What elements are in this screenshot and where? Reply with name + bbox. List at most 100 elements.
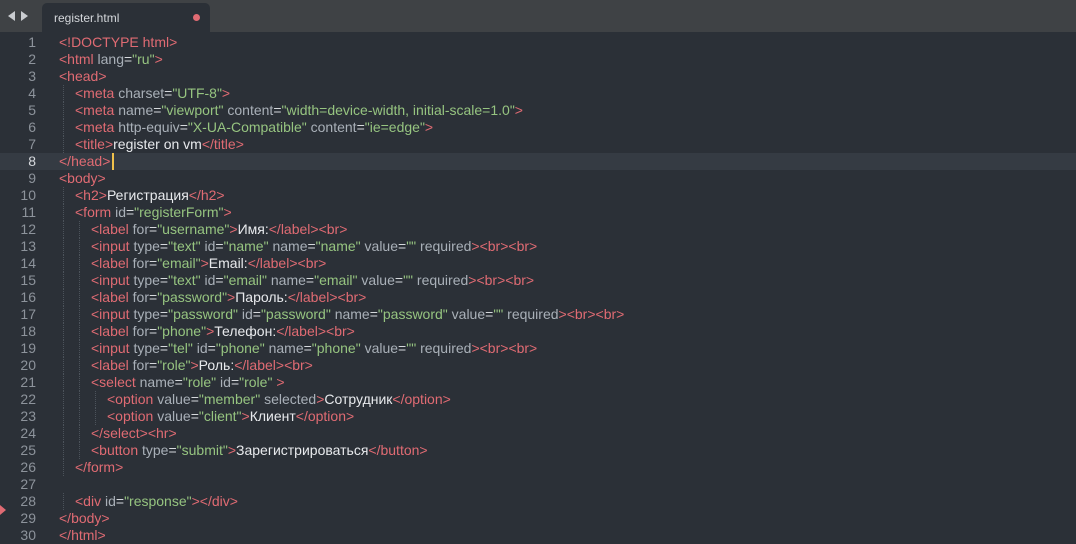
code-line[interactable]: 23 <option value="client">Клиент</option> (0, 408, 1076, 425)
code-token: Телефон: (214, 323, 277, 339)
code-token: = (305, 272, 315, 288)
code-line[interactable]: 12 <label for="username">Имя:</label><br> (0, 221, 1076, 238)
code-text: <meta http-equiv="X-UA-Compatible" conte… (75, 119, 433, 136)
code-line[interactable]: 26 </form> (0, 459, 1076, 476)
code-text: <div id="response"></div> (75, 493, 238, 510)
code-token: "text" (168, 272, 201, 288)
code-line[interactable]: 17 <input type="password" id="password" n… (0, 306, 1076, 323)
code-token: > (200, 255, 209, 271)
code-line[interactable]: 4 <meta charset="UTF-8"> (0, 85, 1076, 102)
code-token: = (307, 238, 316, 254)
code-text: </head> (59, 153, 110, 170)
code-line[interactable]: 24 </select><hr> (0, 425, 1076, 442)
code-token: = (252, 306, 261, 322)
code-token: Роль: (198, 357, 235, 373)
code-token: name (270, 272, 306, 288)
line-number: 7 (28, 136, 36, 152)
line-number: 3 (28, 68, 36, 84)
code-line[interactable]: 28 <div id="response"></div> (0, 493, 1076, 510)
code-line[interactable]: 27 (0, 476, 1076, 493)
code-token: "username" (157, 221, 230, 237)
line-number: 20 (20, 357, 36, 373)
code-text: <select name="role" id="role" > (91, 374, 285, 391)
code-token: <input (91, 272, 130, 288)
code-token: "name" (315, 238, 361, 254)
indent-guide (79, 425, 81, 442)
code-token: <input (91, 306, 130, 322)
code-token: "registerForm" (134, 204, 224, 220)
code-token: = (398, 238, 407, 254)
indent-guide (63, 357, 65, 374)
code-line[interactable]: 21 <select name="role" id="role" > (0, 374, 1076, 391)
code-line[interactable]: 11 <form id="registerForm"> (0, 204, 1076, 221)
code-token: > (190, 357, 199, 373)
code-token: <label (91, 323, 129, 339)
code-line[interactable]: 25 <button type="submit">Зарегистрировать… (0, 442, 1076, 459)
code-line[interactable]: 8 </head> (0, 153, 1076, 170)
code-editor[interactable]: 1 <!DOCTYPE html> 2 <html lang="ru"> 3 <head>… (0, 32, 1076, 544)
indent-guide (63, 442, 65, 459)
arrow-left-icon[interactable] (8, 11, 15, 21)
code-token: = (190, 408, 199, 424)
code-token: = (394, 272, 404, 288)
code-token: <br> (476, 272, 506, 288)
code-token: value (364, 340, 399, 356)
code-line[interactable]: 1 <!DOCTYPE html> (0, 34, 1076, 51)
code-token: for (132, 289, 149, 305)
code-token: selected (264, 391, 317, 407)
code-token: </button> (368, 442, 428, 458)
code-token: "" (406, 340, 417, 356)
code-line[interactable]: 15 <input type="text" id="email" name="em… (0, 272, 1076, 289)
unsaved-dot-icon[interactable] (193, 14, 200, 21)
code-text: </body> (59, 510, 110, 527)
code-line[interactable]: 20 <label for="role">Роль:</label><br> (0, 357, 1076, 374)
code-line[interactable]: 10 <h2>Регистрация</h2> (0, 187, 1076, 204)
line-number: 4 (28, 85, 36, 101)
code-token: "email" (314, 272, 358, 288)
code-token: <input (91, 340, 130, 356)
code-token: name (268, 340, 304, 356)
code-line[interactable]: 5 <meta name="viewport" content="width=de… (0, 102, 1076, 119)
code-line[interactable]: 7 <title>register on vm</title> (0, 136, 1076, 153)
code-token: name (139, 374, 175, 390)
code-token: > (154, 51, 163, 67)
code-line[interactable]: 13 <input type="text" id="name" name="nam… (0, 238, 1076, 255)
code-text: <meta charset="UTF-8"> (75, 85, 230, 102)
code-token: <br> (326, 323, 355, 339)
code-text: </select><hr> (91, 425, 177, 442)
indent-guide (63, 187, 65, 204)
code-token: = (215, 238, 224, 254)
indent-guide (79, 306, 81, 323)
code-line[interactable]: 3 <head> (0, 68, 1076, 85)
arrow-right-icon[interactable] (21, 11, 28, 21)
code-line[interactable]: 19 <input type="tel" id="phone" name="pho… (0, 340, 1076, 357)
code-line[interactable]: 29 </body> (0, 510, 1076, 527)
code-line[interactable]: 18 <label for="phone">Телефон:</label><br… (0, 323, 1076, 340)
code-token: <br> (505, 272, 535, 288)
code-line[interactable]: 22 <option value="member" selected>Сотруд… (0, 391, 1076, 408)
code-line[interactable]: 2 <html lang="ru"> (0, 51, 1076, 68)
indent-guide (79, 323, 81, 340)
tab-register-html[interactable]: register.html (42, 3, 210, 32)
code-token: register on vm (113, 136, 202, 152)
code-line[interactable]: 14 <label for="email">Email:</label><br> (0, 255, 1076, 272)
line-number: 15 (20, 272, 36, 288)
code-line[interactable]: 6 <meta http-equiv="X-UA-Compatible" cont… (0, 119, 1076, 136)
code-token: </div> (199, 493, 238, 509)
code-token: <br> (479, 238, 509, 254)
code-token: <title> (75, 136, 114, 152)
code-line[interactable]: 16 <label for="password">Пароль:</label><… (0, 289, 1076, 306)
code-token: = (215, 272, 224, 288)
code-line[interactable]: 9 <body> (0, 170, 1076, 187)
code-line[interactable]: 30 </html> (0, 527, 1076, 544)
indent-guide (79, 374, 81, 391)
code-token: </option> (392, 391, 451, 407)
code-token: </label> (276, 323, 327, 339)
indent-guide (95, 408, 97, 425)
line-number: 2 (28, 51, 36, 67)
code-token: = (123, 51, 133, 67)
line-number: 17 (20, 306, 36, 322)
code-text: <label for="role">Роль:</label><br> (91, 357, 313, 374)
code-token: > (471, 238, 480, 254)
code-token: <br> (595, 306, 625, 322)
